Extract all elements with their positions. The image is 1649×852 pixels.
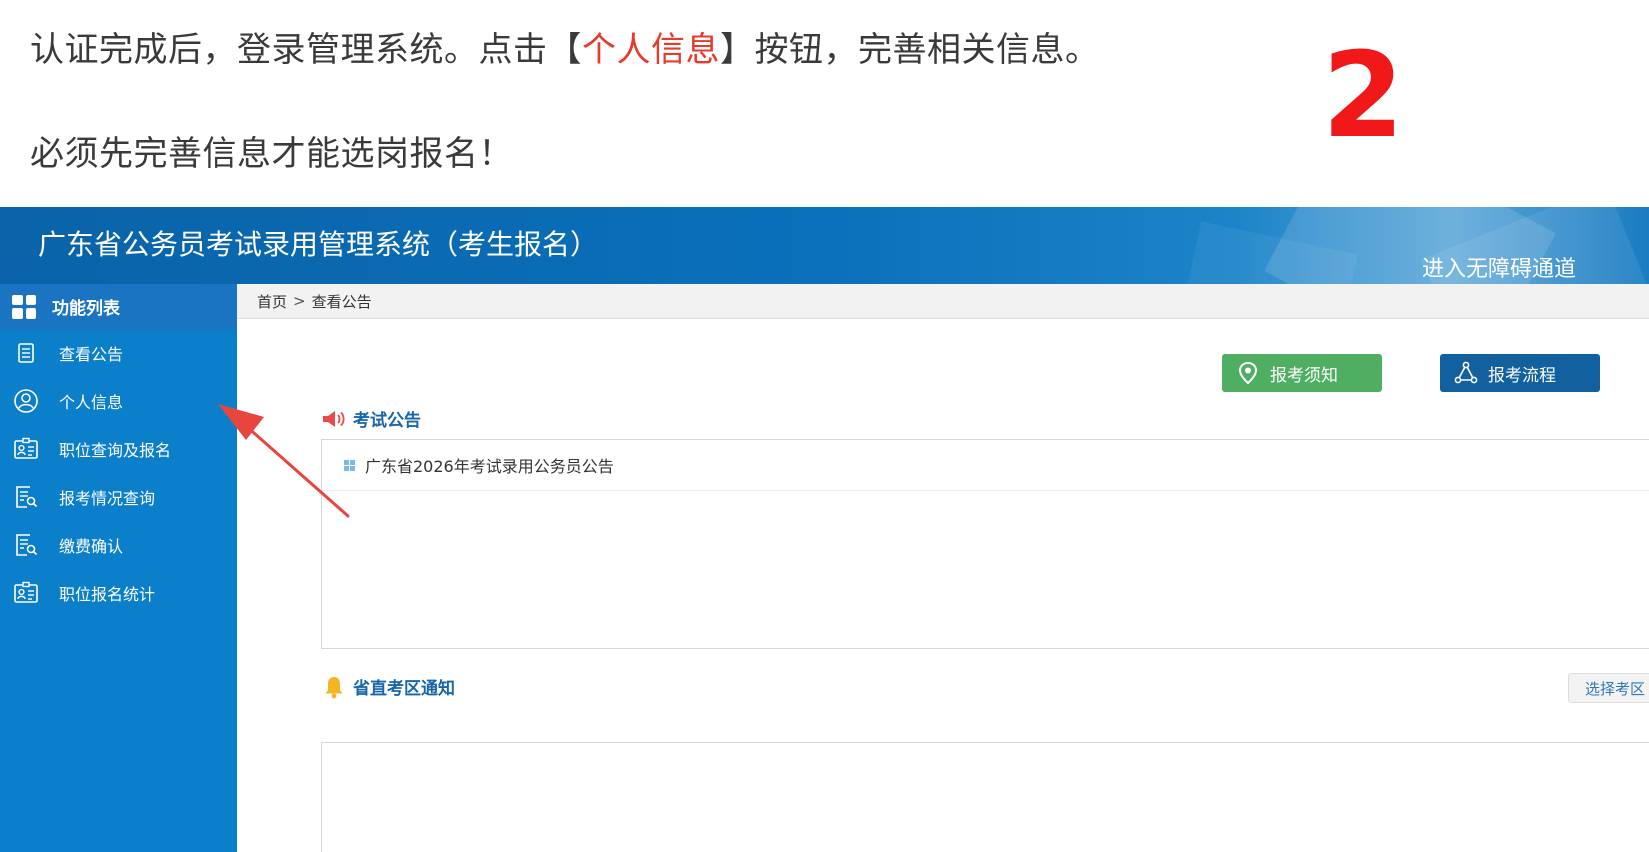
exam-announcements-title: 考试公告 <box>321 406 421 431</box>
sidebar-item-position-query[interactable]: 职位查询及报名 <box>0 425 237 473</box>
provincial-notices-label: 省直考区通知 <box>353 679 455 699</box>
bell-icon <box>321 675 347 699</box>
list-item[interactable]: 广东省2026年考试录用公务员公告 <box>322 440 1649 491</box>
sidebar-item-label: 查看公告 <box>59 345 124 364</box>
sidebar-item-view-announcements[interactable]: 查看公告 <box>0 329 237 377</box>
user-circle-icon <box>13 388 39 414</box>
sidebar-heading: 功能列表 <box>0 284 237 329</box>
sidebar-item-label: 职位报名统计 <box>59 585 156 604</box>
exam-process-label: 报考流程 <box>1488 365 1556 386</box>
step-number: 2 <box>1322 26 1405 164</box>
id-card-icon <box>13 580 39 606</box>
main-content: 首页 > 查看公告 报考须知 报考流程 考试公告 广东省2026年考试录用公务员… <box>237 284 1649 852</box>
instruction-highlight: 个人信息 <box>582 30 720 70</box>
sidebar-item-position-statistics[interactable]: 职位报名统计 <box>0 569 237 617</box>
breadcrumb-separator: > <box>293 292 306 310</box>
square-bullet-icon <box>344 459 355 471</box>
instruction-caption: 认证完成后，登录管理系统。点击【个人信息】按钮，完善相关信息。 必须先完善信息才… <box>0 0 1649 207</box>
process-cycle-icon <box>1454 361 1478 385</box>
megaphone-icon <box>321 407 347 431</box>
select-zone-button[interactable]: 选择考区 <box>1568 673 1649 703</box>
sidebar-item-personal-info[interactable]: 个人信息 <box>0 377 237 425</box>
exam-announcements-label: 考试公告 <box>353 411 421 431</box>
location-pin-icon <box>1236 361 1260 385</box>
instruction-line-1-post: 】按钮，完善相关信息。 <box>720 30 1100 70</box>
exam-notice-button[interactable]: 报考须知 <box>1222 354 1382 392</box>
accessibility-link[interactable]: 进入无障碍通道 <box>1422 251 1576 283</box>
breadcrumb-current: 查看公告 <box>311 292 372 311</box>
sidebar-item-label: 报考情况查询 <box>59 489 156 508</box>
instruction-line-2: 必须先完善信息才能选岗报名！ <box>30 134 513 174</box>
announcement-link[interactable]: 广东省2026年考试录用公务员公告 <box>365 453 614 477</box>
sidebar-item-label: 缴费确认 <box>59 537 124 556</box>
instruction-line-1-pre: 认证完成后，登录管理系统。点击【 <box>30 30 582 70</box>
sidebar-heading-label: 功能列表 <box>52 299 120 319</box>
id-card-icon <box>13 436 39 462</box>
document-search-icon <box>13 484 39 510</box>
provincial-notices-title: 省直考区通知 <box>321 674 455 699</box>
provincial-notices-panel <box>321 742 1649 852</box>
sidebar-item-application-status[interactable]: 报考情况查询 <box>0 473 237 521</box>
sidebar-item-payment-confirm[interactable]: 缴费确认 <box>0 521 237 569</box>
sidebar-item-label: 个人信息 <box>59 393 124 412</box>
app-header: 广东省公务员考试录用管理系统（考生报名） 进入无障碍通道 <box>0 207 1649 284</box>
grid-icon <box>12 294 36 319</box>
exam-process-button[interactable]: 报考流程 <box>1440 354 1600 392</box>
breadcrumb: 首页 > 查看公告 <box>237 284 1649 319</box>
document-list-icon <box>13 340 39 366</box>
breadcrumb-home[interactable]: 首页 <box>257 291 287 312</box>
system-title: 广东省公务员考试录用管理系统（考生报名） <box>38 228 599 261</box>
document-search-icon <box>13 532 39 558</box>
exam-notice-label: 报考须知 <box>1270 365 1338 386</box>
exam-announcements-panel: 广东省2026年考试录用公务员公告 <box>321 439 1649 649</box>
instruction-line-1: 认证完成后，登录管理系统。点击【个人信息】按钮，完善相关信息。 <box>30 22 1100 71</box>
sidebar: 功能列表 查看公告 个人信息 职位查询及报名 报考情况查询 缴费确认 职位报名统… <box>0 284 237 852</box>
sidebar-item-label: 职位查询及报名 <box>59 441 172 460</box>
